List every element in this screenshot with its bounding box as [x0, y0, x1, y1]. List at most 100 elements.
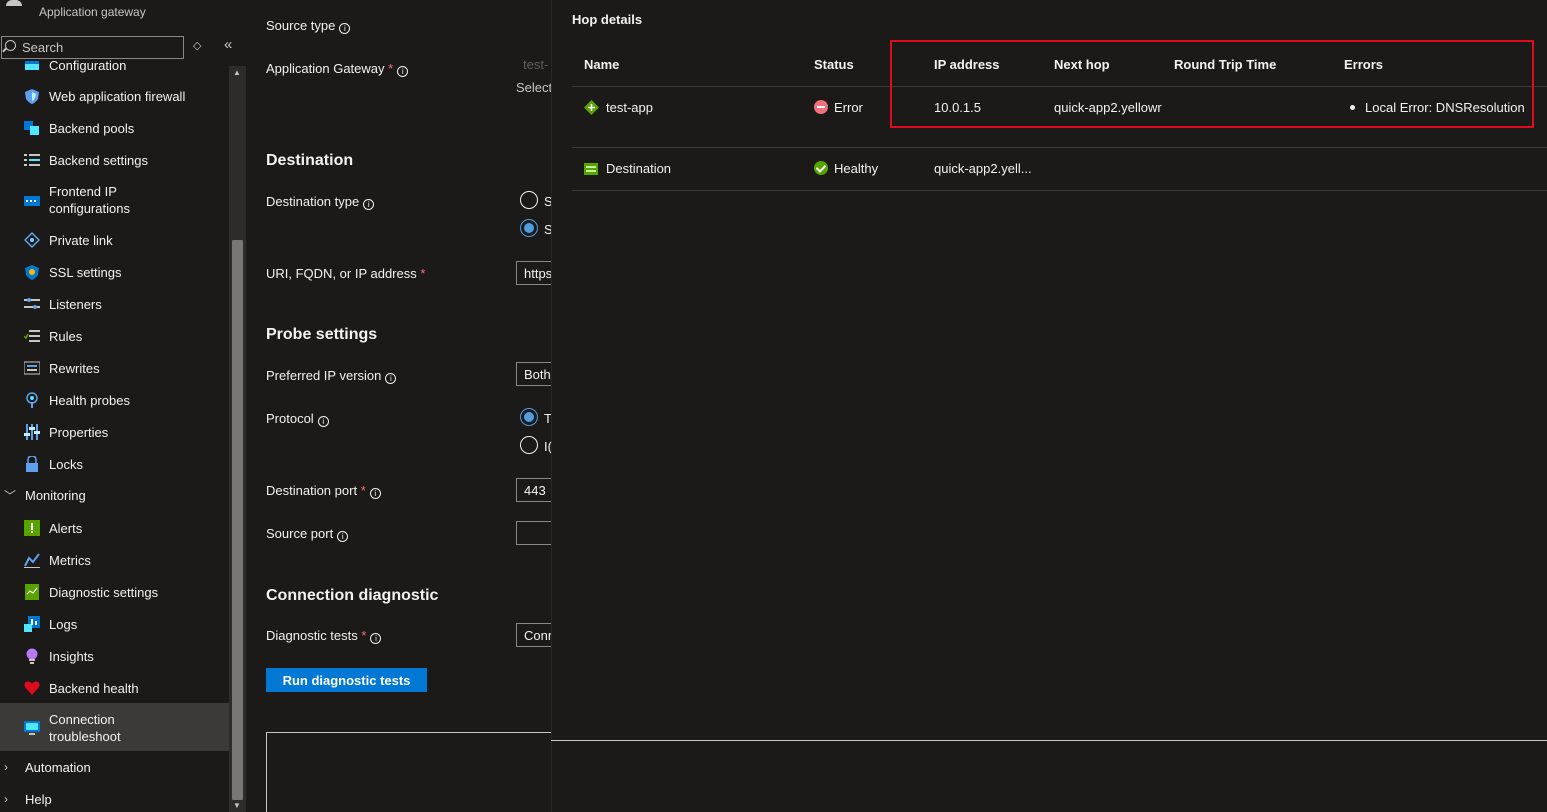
scroll-down-arrow-icon[interactable]: ▼: [233, 801, 241, 810]
info-icon[interactable]: i: [363, 199, 375, 210]
scroll-up-arrow-icon[interactable]: ▲: [233, 68, 241, 77]
sidebar-item-insights[interactable]: Insights: [0, 647, 229, 665]
sidebar-item-label: Configuration: [49, 60, 127, 73]
sidebar-item-label: Listeners: [49, 296, 102, 312]
sidebar-item-web-application-firewall[interactable]: Web application firewall: [0, 87, 229, 105]
rewrites-icon: [23, 360, 40, 377]
info-icon[interactable]: i: [339, 23, 351, 34]
destination-type-radio-1[interactable]: [520, 191, 538, 209]
sidebar-item-diagnostic-settings[interactable]: Diagnostic settings: [0, 583, 229, 601]
waf-shield-icon: [23, 88, 40, 105]
sidebar-item-frontend-ip-configurations[interactable]: Frontend IP configurations: [0, 183, 229, 217]
destination-port-label-row: Destination port * i: [266, 483, 381, 499]
error-icon: [814, 100, 828, 114]
sidebar-item-locks[interactable]: Locks: [0, 455, 229, 473]
info-icon[interactable]: i: [337, 531, 349, 542]
sidebar-group-automation[interactable]: › Automation: [0, 758, 229, 776]
backend-settings-icon: [23, 152, 40, 169]
row-divider: [572, 147, 1547, 148]
sidebar-item-backend-health[interactable]: Backend health: [0, 679, 229, 697]
sidebar-item-logs[interactable]: Logs: [0, 615, 229, 633]
hop-status-cell: Healthy: [814, 161, 878, 176]
lock-icon: [23, 456, 40, 473]
column-header-status[interactable]: Status: [814, 57, 854, 72]
info-icon[interactable]: i: [385, 373, 397, 384]
protocol-radio-2[interactable]: [520, 436, 538, 454]
sidebar-item-backend-pools[interactable]: Backend pools: [0, 119, 229, 137]
diagnostic-tests-dropdown[interactable]: Conn: [516, 623, 556, 647]
info-icon[interactable]: i: [369, 488, 381, 499]
probe-settings-section-title: Probe settings: [266, 326, 378, 343]
sidebar-item-label: SSL settings: [49, 264, 122, 280]
diagnostic-settings-icon: [23, 584, 40, 601]
connection-troubleshoot-icon: [23, 719, 40, 736]
sidebar-group-label: Monitoring: [25, 487, 86, 503]
sidebar-group-help[interactable]: › Help: [0, 790, 229, 808]
configuration-icon: [23, 60, 40, 74]
hop-ip-cell: quick-app2.yell...: [934, 161, 1032, 176]
sidebar-item-health-probes[interactable]: Health probes: [0, 391, 229, 409]
results-container: [266, 732, 556, 812]
heart-icon: [23, 680, 40, 697]
sidebar-item-label: Web application firewall: [49, 88, 186, 104]
column-header-name[interactable]: Name: [584, 57, 619, 72]
sidebar-item-label: Logs: [49, 616, 78, 632]
info-icon[interactable]: i: [370, 633, 382, 644]
backend-pools-icon: [23, 120, 40, 137]
sidebar-item-label: Diagnostic settings: [49, 584, 159, 600]
sidebar-item-backend-settings[interactable]: Backend settings: [0, 151, 229, 169]
connection-troubleshoot-form: Source type i Application Gateway * i test…: [246, 0, 556, 812]
sidebar-item-alerts[interactable]: Alerts: [0, 519, 229, 537]
panel-bottom-divider: [551, 740, 1547, 741]
search-input[interactable]: [22, 39, 177, 56]
info-icon[interactable]: i: [397, 66, 409, 77]
logs-icon: [23, 616, 40, 633]
sidebar-item-rules[interactable]: Rules: [0, 327, 229, 345]
destination-port-input[interactable]: 443: [516, 478, 556, 502]
protocol-radio-1[interactable]: [520, 408, 538, 426]
sidebar-item-listeners[interactable]: Listeners: [0, 295, 229, 313]
sidebar-item-configuration[interactable]: Configuration: [0, 60, 229, 73]
sidebar-search[interactable]: [1, 36, 184, 59]
info-icon[interactable]: i: [317, 416, 329, 427]
sidebar-item-rewrites[interactable]: Rewrites: [0, 359, 229, 377]
ip-version-label-row: Preferred IP version i: [266, 368, 397, 384]
sidebar-item-label: Metrics: [49, 552, 91, 568]
resource-sidebar: Application gateway ◇ « Configuration We…: [0, 0, 246, 812]
sidebar-item-label: Properties: [49, 424, 109, 440]
listeners-icon: [23, 296, 40, 313]
app-gateway-icon: [584, 100, 599, 118]
collapse-sidebar-icon[interactable]: «: [224, 36, 232, 53]
ssl-shield-icon: [23, 264, 40, 281]
alerts-icon: [23, 520, 40, 537]
sidebar-item-label-line2: configurations: [49, 201, 130, 216]
sidebar-item-label: Rules: [49, 328, 83, 344]
sort-icon[interactable]: ◇: [193, 39, 201, 52]
healthy-check-icon: [814, 161, 828, 175]
run-diagnostic-tests-button[interactable]: Run diagnostic tests: [266, 668, 427, 692]
sidebar-group-monitoring[interactable]: ﹀ Monitoring: [0, 486, 229, 504]
sidebar-item-label: Health probes: [49, 392, 130, 408]
sidebar-item-ssl-settings[interactable]: SSL settings: [0, 263, 229, 281]
sidebar-group-label: Automation: [25, 759, 91, 775]
destination-type-radio-2[interactable]: [520, 219, 538, 237]
private-link-icon: [23, 232, 40, 249]
sidebar-nav: Configuration Web application firewall B…: [0, 60, 229, 812]
uri-input[interactable]: https: [516, 261, 556, 285]
ip-version-dropdown[interactable]: Both: [516, 362, 556, 386]
scrollbar-thumb[interactable]: [232, 240, 243, 800]
hop-name-cell: Destination: [584, 161, 671, 178]
source-port-input[interactable]: [516, 521, 556, 545]
diagnostic-tests-label-row: Diagnostic tests * i: [266, 628, 382, 644]
sidebar-item-properties[interactable]: Properties: [0, 423, 229, 441]
sidebar-item-label-line2: troubleshoot: [49, 729, 121, 744]
sidebar-item-label: Backend pools: [49, 120, 135, 136]
rules-icon: [23, 328, 40, 345]
sidebar-item-label: Locks: [49, 456, 83, 472]
sidebar-scrollbar[interactable]: ▲ ▼: [229, 66, 246, 812]
select-link[interactable]: Select: [516, 80, 552, 95]
hop-status-cell: Error: [814, 100, 863, 115]
sidebar-item-metrics[interactable]: Metrics: [0, 551, 229, 569]
sidebar-item-connection-troubleshoot[interactable]: Connection troubleshoot: [0, 703, 229, 751]
sidebar-item-private-link[interactable]: Private link: [0, 231, 229, 249]
